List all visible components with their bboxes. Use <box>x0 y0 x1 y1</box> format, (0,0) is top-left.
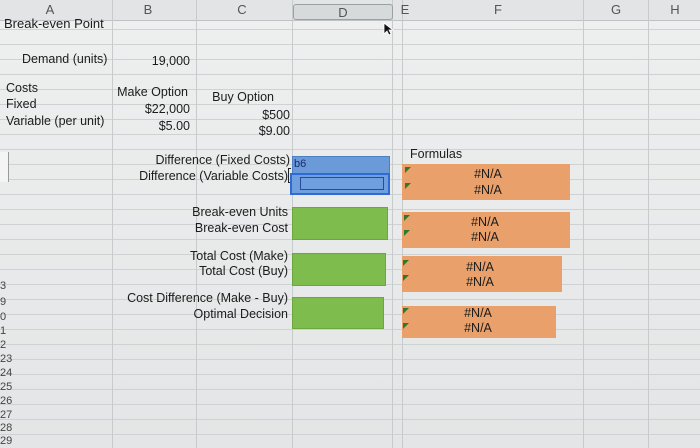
breakeven-input-cells[interactable] <box>292 207 388 240</box>
row-number[interactable]: 29 <box>0 434 18 448</box>
total-cost-buy-label[interactable]: Total Cost (Buy) <box>150 263 288 279</box>
column-header-g[interactable]: G <box>596 0 636 20</box>
error-indicator-icon[interactable] <box>404 215 410 221</box>
row-number[interactable]: 24 <box>0 366 18 380</box>
costs-label[interactable]: Costs <box>6 80 38 96</box>
row-number[interactable]: 0 <box>0 310 18 324</box>
breakeven-units-label[interactable]: Break-even Units <box>150 204 288 220</box>
fixed-label[interactable]: Fixed <box>6 96 37 112</box>
totals-input-cells[interactable] <box>292 253 386 286</box>
breakeven-cost-label[interactable]: Break-even Cost <box>150 220 288 236</box>
gridline <box>112 0 113 448</box>
column-header-d[interactable]: D <box>293 4 393 20</box>
optimal-decision-label[interactable]: Optimal Decision <box>150 306 288 322</box>
demand-label[interactable]: Demand (units) <box>22 51 107 67</box>
column-header-e[interactable]: E <box>395 0 415 20</box>
row-number[interactable]: 27 <box>0 408 18 422</box>
row-number[interactable]: 9 <box>0 295 18 309</box>
difference-fixed-label[interactable]: Difference (Fixed Costs) <box>110 152 290 168</box>
buy-fixed-value[interactable]: $500 <box>210 107 290 123</box>
column-header-c[interactable]: C <box>222 0 262 20</box>
sheet-title[interactable]: Break-even Point <box>4 16 104 32</box>
buy-option-header[interactable]: Buy Option <box>198 89 274 105</box>
spreadsheet-grid[interactable]: A B C D E F G H 3 9 0 1 2 23 24 25 26 27… <box>0 0 700 448</box>
difference-variable-label[interactable]: Difference (Variable Costs) <box>110 168 288 184</box>
buy-variable-value[interactable]: $9.00 <box>210 123 290 139</box>
gridline <box>648 0 649 448</box>
error-indicator-icon[interactable] <box>403 323 409 329</box>
decision-input-cells[interactable] <box>292 297 384 329</box>
make-fixed-value[interactable]: $22,000 <box>110 101 190 117</box>
demand-value[interactable]: 19,000 <box>130 53 190 69</box>
error-indicator-icon[interactable] <box>403 275 409 281</box>
row-number[interactable]: 23 <box>0 352 18 366</box>
make-option-header[interactable]: Make Option <box>104 84 188 100</box>
formula-value[interactable]: #N/A <box>450 259 510 275</box>
row-number[interactable]: 3 <box>0 279 18 293</box>
row-number[interactable]: 25 <box>0 380 18 394</box>
row-number[interactable]: 26 <box>0 394 18 408</box>
formula-value[interactable]: #N/A <box>448 305 508 321</box>
error-indicator-icon[interactable] <box>403 308 409 314</box>
column-header-h[interactable]: H <box>655 0 695 20</box>
column-header-b[interactable]: B <box>128 0 168 20</box>
variable-label[interactable]: Variable (per unit) <box>6 113 104 129</box>
formula-value[interactable]: #N/A <box>448 320 508 336</box>
formulas-header[interactable]: Formulas <box>410 146 462 162</box>
row-number[interactable]: 2 <box>0 338 18 352</box>
row-number[interactable]: 1 <box>0 324 18 338</box>
column-header-f[interactable]: F <box>478 0 518 20</box>
formula-value[interactable]: #N/A <box>458 166 518 182</box>
formula-value[interactable]: #N/A <box>455 214 515 230</box>
make-variable-value[interactable]: $5.00 <box>110 118 190 134</box>
cell-edit-box[interactable] <box>300 177 384 190</box>
formula-value[interactable]: #N/A <box>458 182 518 198</box>
gridline <box>392 0 393 448</box>
difference-fixed-cell[interactable] <box>292 156 390 174</box>
cost-difference-label[interactable]: Cost Difference (Make - Buy) <box>120 290 288 306</box>
error-indicator-icon[interactable] <box>405 183 411 189</box>
row-number[interactable]: 28 <box>0 421 18 435</box>
error-indicator-icon[interactable] <box>403 260 409 266</box>
cell-reference-tag: b6 <box>294 158 307 170</box>
gridline <box>583 0 584 448</box>
total-cost-make-label[interactable]: Total Cost (Make) <box>150 248 288 264</box>
formula-value[interactable]: #N/A <box>450 274 510 290</box>
row-header-cell[interactable] <box>0 152 9 182</box>
error-indicator-icon[interactable] <box>405 167 411 173</box>
error-indicator-icon[interactable] <box>404 230 410 236</box>
formula-value[interactable]: #N/A <box>455 229 515 245</box>
mouse-pointer-icon <box>383 22 395 36</box>
